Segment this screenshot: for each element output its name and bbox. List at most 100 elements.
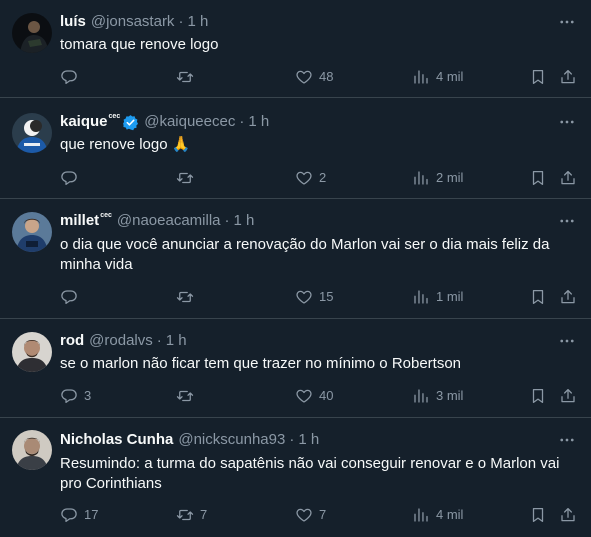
bookmark-icon	[532, 388, 544, 404]
tweet-text: o dia que você anunciar a renovação do M…	[60, 236, 550, 273]
bar-chart-icon	[414, 171, 428, 185]
tweet[interactable]: kaique cec @kaiqueecec · 1 h que renove …	[0, 98, 591, 199]
display-name[interactable]: Nicholas Cunha	[60, 430, 173, 450]
like-button[interactable]: 15	[295, 287, 333, 307]
tweet[interactable]: Nicholas Cunha @nickscunha93 · 1 h Resum…	[0, 418, 591, 537]
avatar[interactable]	[12, 113, 52, 153]
tweet-actions: 2 2 mil	[0, 168, 591, 188]
user-handle[interactable]: @rodalvs	[89, 331, 153, 351]
share-upload-icon	[561, 388, 575, 403]
affiliate-tag: cec	[108, 113, 121, 120]
avatar[interactable]	[12, 430, 52, 470]
bar-chart-icon	[414, 290, 428, 304]
views-button[interactable]: 1 mil	[412, 287, 463, 307]
reply-button[interactable]	[60, 67, 84, 87]
like-count: 2	[319, 170, 327, 185]
share-button[interactable]	[559, 287, 577, 307]
display-name[interactable]: millet	[60, 211, 99, 231]
timeline: luís @jonsastark · 1 h tomara que renove…	[0, 0, 591, 537]
reply-button[interactable]: 17	[60, 505, 98, 525]
user-handle[interactable]: @jonsastark	[91, 12, 175, 32]
bookmark-icon	[532, 170, 544, 186]
tweet[interactable]: rod @rodalvs · 1 h se o marlon não ficar…	[0, 319, 591, 418]
user-handle[interactable]: @kaiqueecec	[144, 112, 235, 132]
timestamp[interactable]: 1 h	[298, 430, 319, 450]
reply-button[interactable]	[60, 168, 84, 188]
bookmark-icon	[532, 507, 544, 523]
tweet-header: millet cec @naoeacamilla · 1 h	[60, 211, 254, 231]
tweet-header: kaique cec @kaiqueecec · 1 h	[60, 112, 269, 132]
views-count: 4 mil	[436, 507, 464, 522]
like-button[interactable]: 48	[295, 67, 333, 87]
views-count: 4 mil	[436, 69, 464, 84]
share-upload-icon	[561, 170, 575, 185]
tweet[interactable]: luís @jonsastark · 1 h tomara que renove…	[0, 0, 591, 98]
retweet-button[interactable]	[176, 67, 200, 87]
retweet-button[interactable]: 7	[176, 505, 207, 525]
avatar[interactable]	[12, 332, 52, 372]
bookmark-icon	[532, 289, 544, 305]
views-button[interactable]: 2 mil	[412, 168, 463, 188]
avatar[interactable]	[12, 212, 52, 252]
like-count: 40	[319, 388, 334, 403]
display-name[interactable]: kaique	[60, 112, 108, 132]
views-count: 1 mil	[436, 289, 464, 304]
bar-chart-icon	[414, 508, 428, 522]
bookmark-button[interactable]	[529, 287, 547, 307]
tweet-actions: 3 40 3 mil	[0, 386, 591, 406]
speech-bubble-icon	[61, 389, 77, 404]
tweet-header: luís @jonsastark · 1 h	[60, 12, 208, 32]
heart-icon	[296, 508, 312, 522]
tweet-header: Nicholas Cunha @nickscunha93 · 1 h	[60, 430, 319, 450]
views-button[interactable]: 4 mil	[412, 505, 463, 525]
bookmark-button[interactable]	[529, 386, 547, 406]
speech-bubble-icon	[61, 171, 77, 186]
like-count: 7	[319, 507, 327, 522]
bookmark-button[interactable]	[529, 67, 547, 87]
retweet-arrows-icon	[176, 509, 194, 521]
heart-icon	[296, 290, 312, 304]
display-name[interactable]: luís	[60, 12, 86, 32]
retweet-button[interactable]	[176, 287, 200, 307]
bookmark-icon	[532, 69, 544, 85]
tweet-actions: 48 4 mil	[0, 67, 591, 87]
bookmark-button[interactable]	[529, 505, 547, 525]
retweet-arrows-icon	[176, 390, 194, 402]
user-handle[interactable]: @nickscunha93	[178, 430, 285, 450]
share-button[interactable]	[559, 386, 577, 406]
more-dots-icon[interactable]	[557, 430, 577, 450]
display-name[interactable]: rod	[60, 331, 84, 351]
retweet-button[interactable]	[176, 386, 200, 406]
timestamp[interactable]: 1 h	[187, 12, 208, 32]
retweet-button[interactable]	[176, 168, 200, 188]
views-button[interactable]: 4 mil	[412, 67, 463, 87]
retweet-count: 7	[200, 507, 208, 522]
reply-count: 3	[84, 388, 92, 403]
heart-icon	[296, 171, 312, 185]
like-button[interactable]: 40	[295, 386, 333, 406]
like-button[interactable]: 2	[295, 168, 326, 188]
more-dots-icon[interactable]	[557, 331, 577, 351]
heart-icon	[296, 389, 312, 403]
reply-button[interactable]	[60, 287, 84, 307]
more-dots-icon[interactable]	[557, 112, 577, 132]
avatar[interactable]	[12, 13, 52, 53]
tweet[interactable]: millet cec @naoeacamilla · 1 h o dia que…	[0, 199, 591, 319]
timestamp[interactable]: 1 h	[166, 331, 187, 351]
share-button[interactable]	[559, 168, 577, 188]
affiliate-tag: cec	[100, 212, 112, 219]
share-button[interactable]	[559, 67, 577, 87]
reply-button[interactable]: 3	[60, 386, 91, 406]
share-button[interactable]	[559, 505, 577, 525]
timestamp[interactable]: 1 h	[248, 112, 269, 132]
user-handle[interactable]: @naoeacamilla	[117, 211, 221, 231]
timestamp[interactable]: 1 h	[234, 211, 255, 231]
more-dots-icon[interactable]	[557, 12, 577, 32]
bookmark-button[interactable]	[529, 168, 547, 188]
views-button[interactable]: 3 mil	[412, 386, 463, 406]
like-button[interactable]: 7	[295, 505, 326, 525]
separator: ·	[178, 13, 184, 30]
separator: ·	[156, 332, 162, 349]
tweet-text: que renove logo 🙏	[60, 136, 191, 153]
more-dots-icon[interactable]	[557, 211, 577, 231]
